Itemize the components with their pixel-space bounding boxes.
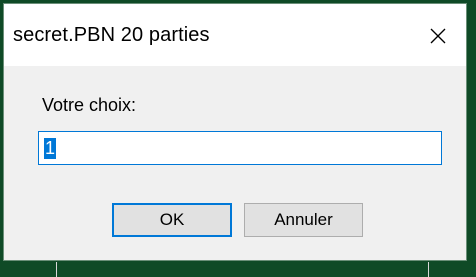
- title-bar[interactable]: secret.PBN 20 parties: [4, 4, 466, 66]
- prompt-label: Votre choix:: [42, 95, 137, 115]
- close-icon: [430, 28, 446, 44]
- close-button[interactable]: [410, 4, 466, 66]
- choice-input[interactable]: 1: [38, 131, 442, 165]
- background-gridline: [56, 262, 57, 277]
- background-gridline: [428, 262, 429, 277]
- choice-input-value: 1: [44, 138, 57, 159]
- ok-button[interactable]: OK: [112, 203, 232, 237]
- input-dialog: secret.PBN 20 parties Votre choix: 1 OK …: [3, 3, 467, 261]
- cancel-button[interactable]: Annuler: [244, 203, 363, 237]
- window-title: secret.PBN 20 parties: [13, 24, 210, 46]
